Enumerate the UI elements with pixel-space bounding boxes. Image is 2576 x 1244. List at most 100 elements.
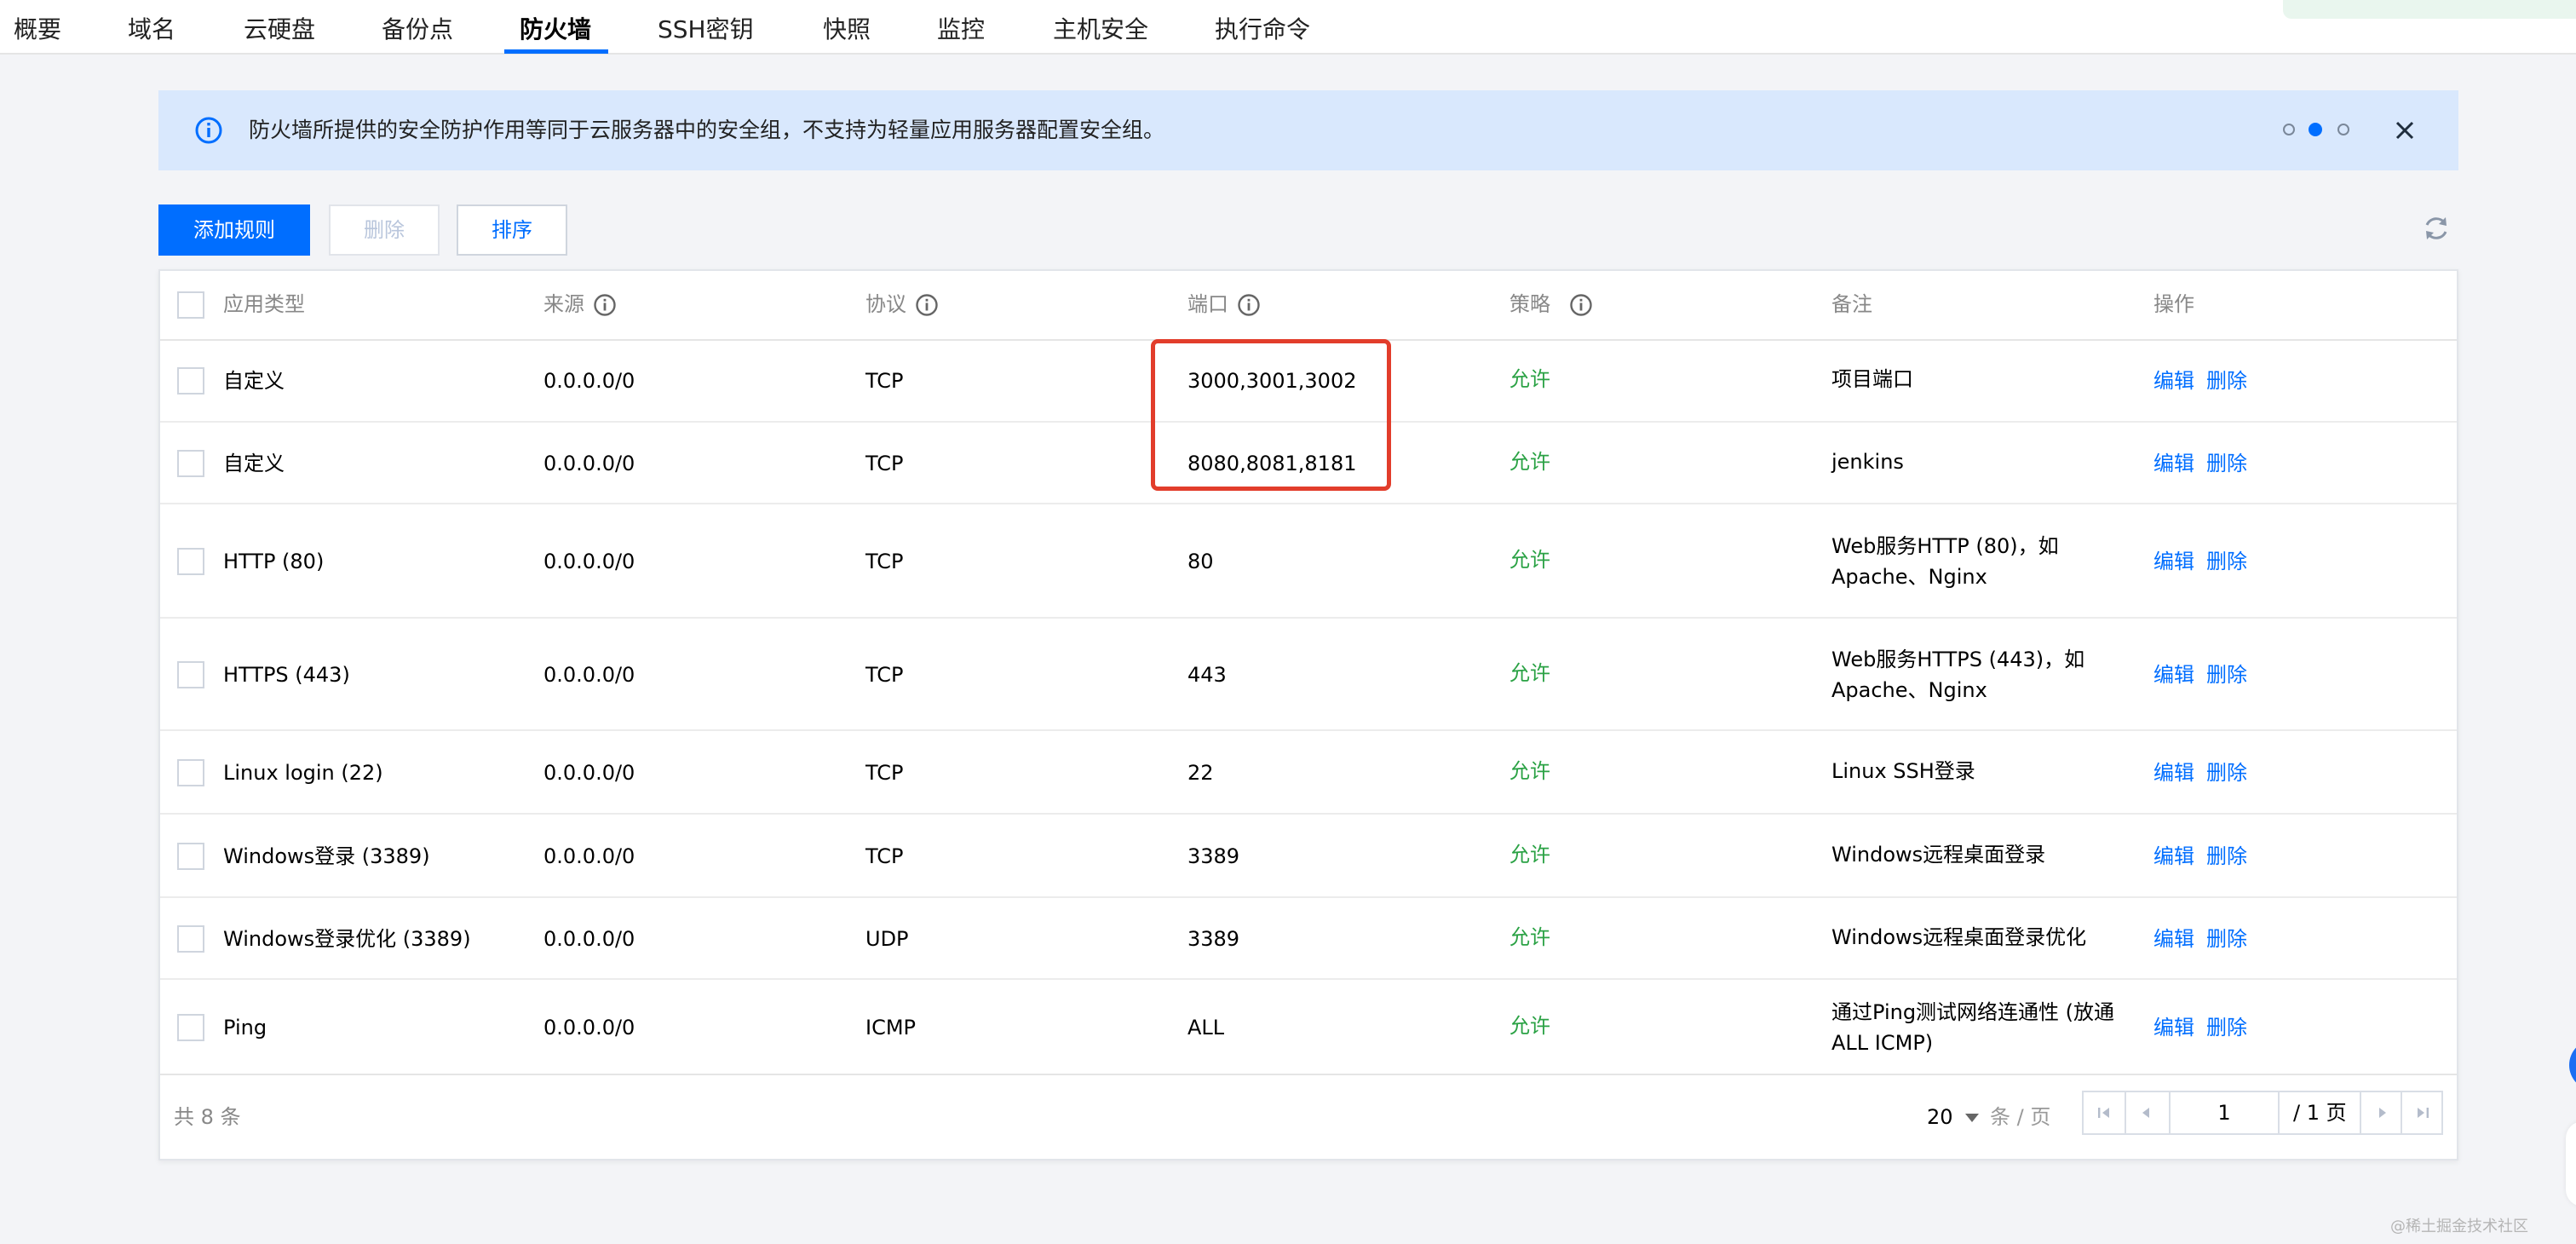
- rule-port: ALL: [1187, 1016, 1225, 1040]
- tab-firewall[interactable]: 防火墙: [520, 14, 591, 46]
- edit-rule-link[interactable]: 编辑: [2153, 546, 2194, 577]
- rule-policy: 允许: [1509, 759, 1550, 783]
- table-row: Ping 0.0.0.0/0 ICMP ALL 允许 通过Ping测试网络连通性 (放通 A…: [160, 980, 2457, 1075]
- watermark: @稀土掘金技术社区: [2390, 1218, 2528, 1235]
- edit-rule-link[interactable]: 编辑: [2153, 1012, 2194, 1043]
- row-checkbox[interactable]: [177, 661, 204, 688]
- edit-rule-link[interactable]: 编辑: [2153, 659, 2194, 690]
- rule-protocol: TCP: [865, 452, 904, 475]
- rule-policy: 允许: [1509, 1014, 1550, 1038]
- delete-rule-link[interactable]: 删除: [2206, 841, 2247, 872]
- rule-type: Linux login (22): [223, 761, 383, 785]
- row-checkbox[interactable]: [177, 925, 204, 953]
- edit-rule-link[interactable]: 编辑: [2153, 841, 2194, 872]
- rule-protocol: TCP: [865, 844, 904, 868]
- rule-protocol: TCP: [865, 761, 904, 785]
- info-icon[interactable]: [593, 293, 617, 317]
- rule-port: 3389: [1187, 844, 1240, 868]
- edit-rule-link[interactable]: 编辑: [2153, 448, 2194, 479]
- page-number-input[interactable]: [2169, 1092, 2280, 1133]
- delete-rule-link[interactable]: 删除: [2206, 448, 2247, 479]
- floating-side-panel-tab[interactable]: [2566, 1121, 2576, 1207]
- tab-overview[interactable]: 概要: [14, 14, 61, 46]
- rule-type: HTTP (80): [223, 550, 325, 573]
- carousel-dot-2[interactable]: [2309, 123, 2322, 136]
- prev-page-button[interactable]: [2126, 1092, 2167, 1133]
- table-row: Windows登录 (3389) 0.0.0.0/0 TCP 3389 允许 Window…: [160, 815, 2457, 898]
- close-icon[interactable]: [2392, 118, 2418, 143]
- header-type: 应用类型: [223, 290, 305, 319]
- page-size-select[interactable]: 20: [1927, 1103, 1979, 1132]
- header-protocol-label: 协议: [865, 292, 906, 316]
- row-checkbox[interactable]: [177, 450, 204, 477]
- edit-rule-link[interactable]: 编辑: [2153, 757, 2194, 788]
- rule-port: 443: [1187, 663, 1227, 687]
- rule-protocol: TCP: [865, 369, 904, 393]
- row-checkbox[interactable]: [177, 548, 204, 575]
- table-row: HTTPS (443) 0.0.0.0/0 TCP 443 允许 Web服务HTTPS (…: [160, 619, 2457, 731]
- delete-button[interactable]: 删除: [329, 204, 440, 256]
- next-page-icon: [2379, 1108, 2386, 1118]
- edit-rule-link[interactable]: 编辑: [2153, 366, 2194, 396]
- delete-rule-link[interactable]: 删除: [2206, 366, 2247, 396]
- refresh-icon[interactable]: [2421, 213, 2452, 244]
- tab-monitor[interactable]: 监控: [937, 14, 985, 46]
- rule-type: Windows登录 (3389): [223, 844, 430, 868]
- rule-note-line2: ALL ICMP): [1831, 1031, 1934, 1055]
- row-checkbox[interactable]: [177, 843, 204, 870]
- rule-source: 0.0.0.0/0: [543, 1016, 635, 1040]
- table-row: Windows登录优化 (3389) 0.0.0.0/0 UDP 3389 允许 Wind…: [160, 898, 2457, 980]
- header-port: 端口: [1187, 290, 1261, 319]
- carousel-dot-3[interactable]: [2337, 124, 2349, 135]
- rule-policy: 允许: [1509, 548, 1550, 572]
- rule-type: Windows登录优化 (3389): [223, 927, 471, 951]
- rule-protocol: TCP: [865, 663, 904, 687]
- add-rule-button[interactable]: 添加规则: [158, 204, 310, 256]
- info-icon[interactable]: [1237, 293, 1261, 317]
- table-footer: 共 8 条 20 条 / 页 / 1 页: [160, 1075, 2457, 1159]
- tab-snapshot[interactable]: 快照: [823, 14, 871, 46]
- rule-port: 22: [1187, 761, 1214, 785]
- edit-rule-link[interactable]: 编辑: [2153, 924, 2194, 954]
- page-size-value: 20: [1927, 1105, 1953, 1129]
- caret-down-icon: [1964, 1114, 1979, 1122]
- rule-type: HTTPS (443): [223, 663, 350, 687]
- tab-cloud-disk[interactable]: 云硬盘: [244, 14, 315, 46]
- floating-help-button[interactable]: [2569, 1040, 2576, 1091]
- tab-ssh-key[interactable]: SSH密钥: [658, 14, 754, 46]
- next-page-button[interactable]: [2361, 1092, 2402, 1133]
- header-policy-label: 策略: [1509, 292, 1550, 316]
- row-checkbox[interactable]: [177, 759, 204, 786]
- delete-rule-link[interactable]: 删除: [2206, 546, 2247, 577]
- rule-note-line2: Apache、Nginx: [1831, 678, 1987, 702]
- first-page-button[interactable]: [2084, 1092, 2125, 1133]
- delete-rule-link[interactable]: 删除: [2206, 1012, 2247, 1043]
- rule-note: Windows远程桌面登录: [1831, 843, 2046, 867]
- rule-source: 0.0.0.0/0: [543, 663, 635, 687]
- row-checkbox[interactable]: [177, 367, 204, 395]
- delete-rule-link[interactable]: 删除: [2206, 924, 2247, 954]
- tab-domain[interactable]: 域名: [128, 14, 175, 46]
- rule-port: 80: [1187, 550, 1214, 573]
- rule-source: 0.0.0.0/0: [543, 550, 635, 573]
- row-checkbox[interactable]: [177, 1014, 204, 1041]
- select-all-checkbox[interactable]: [177, 291, 204, 319]
- total-pages: / 1 页: [2293, 1101, 2347, 1125]
- rule-note: jenkins: [1831, 450, 1904, 474]
- header-action: 操作: [2153, 292, 2194, 316]
- tab-host-security[interactable]: 主机安全: [1053, 14, 1148, 46]
- delete-rule-link[interactable]: 删除: [2206, 659, 2247, 690]
- carousel-dot-1[interactable]: [2283, 124, 2295, 135]
- sort-button[interactable]: 排序: [457, 204, 567, 256]
- delete-rule-link[interactable]: 删除: [2206, 757, 2247, 788]
- info-icon[interactable]: [915, 293, 939, 317]
- rule-type: Ping: [223, 1016, 267, 1040]
- last-page-icon: [2418, 1108, 2429, 1118]
- last-page-button[interactable]: [2402, 1092, 2443, 1133]
- rule-port: 3000,3001,3002: [1187, 369, 1357, 393]
- rule-type: 自定义: [223, 369, 285, 393]
- info-icon[interactable]: [1569, 293, 1593, 317]
- rule-note: 通过Ping测试网络连通性 (放通: [1831, 1000, 2115, 1024]
- tab-run-command[interactable]: 执行命令: [1215, 14, 1310, 46]
- tab-backup[interactable]: 备份点: [382, 14, 453, 46]
